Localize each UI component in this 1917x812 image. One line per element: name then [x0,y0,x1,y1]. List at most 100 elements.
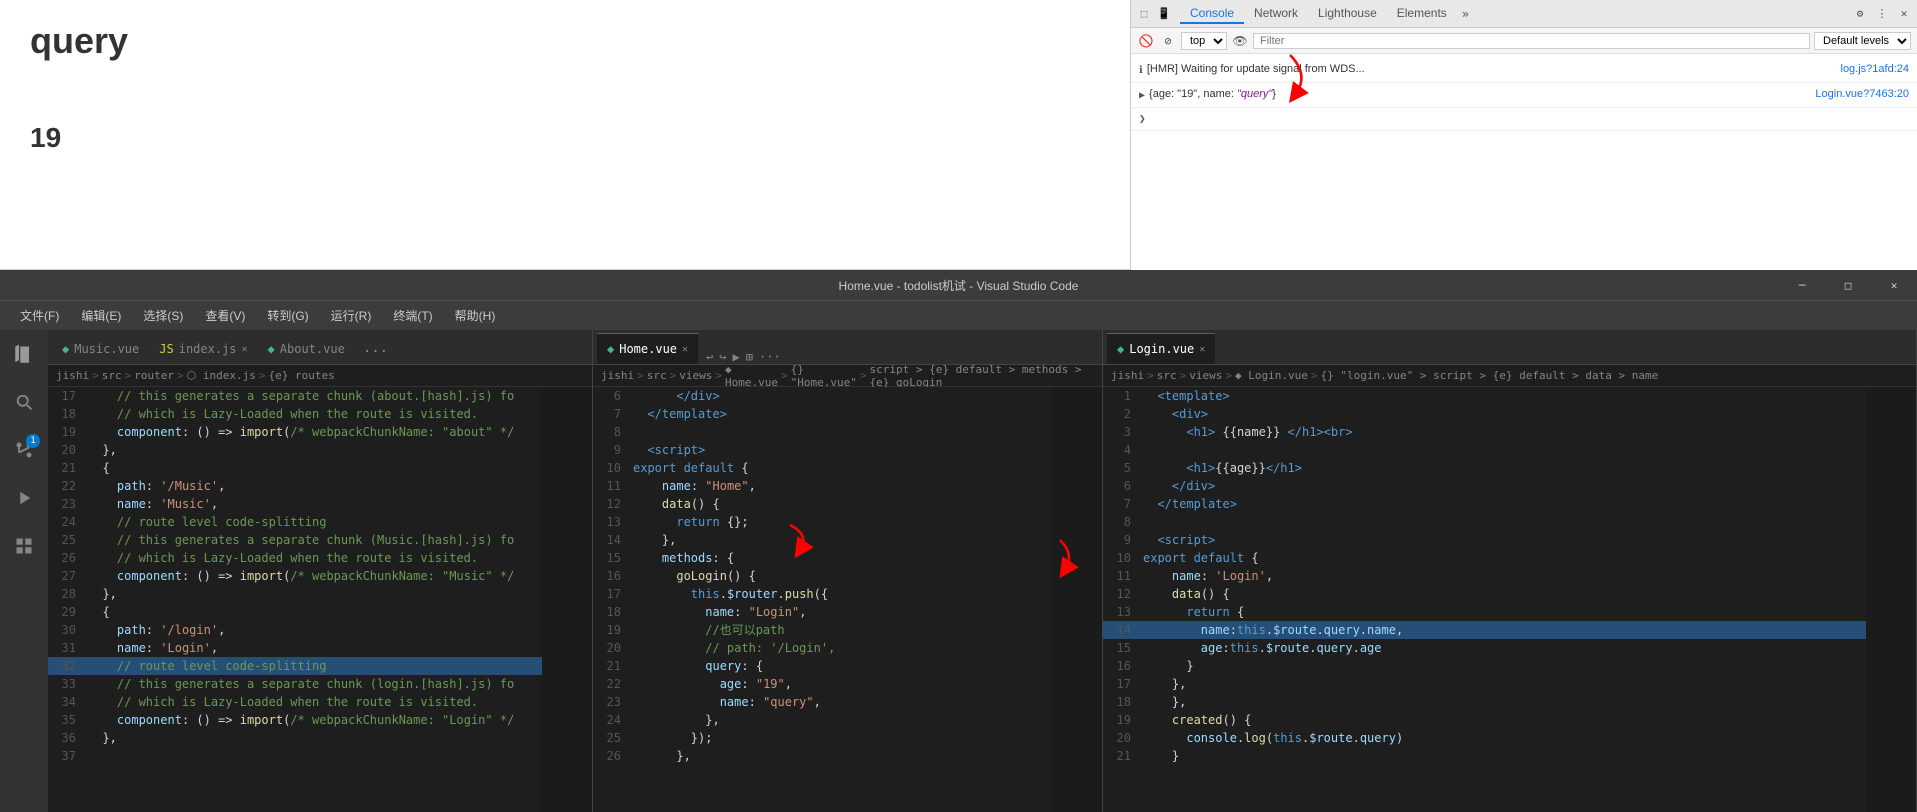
vue-icon-about: ◆ [268,342,275,356]
code-line-20: 20 }, [48,441,542,459]
tab-bar-2: ◆ Home.vue ✕ ↩ ↪ ▶ ⊞ ··· [593,330,1102,365]
vue-icon: ◆ [62,342,69,356]
menu-edit[interactable]: 编辑(E) [71,305,131,326]
console-prompt-line[interactable]: ❯ [1131,108,1917,131]
menubar: 文件(F) 编辑(E) 选择(S) 查看(V) 转到(G) 运行(R) 终端(T… [0,300,1917,330]
hmr-link[interactable]: log.js?1afd:24 [1841,60,1910,78]
tab-label-login: Login.vue [1129,342,1194,356]
vscode-body: 1 ◆ Music.vue JS index.js [0,330,1917,812]
devtools-panel: ⬚ 📱 Console Network Lighthouse Elements … [1130,0,1917,270]
block-icon[interactable]: 🚫 [1137,32,1155,50]
expand-arrow[interactable]: ℹ [1139,62,1143,80]
code-editor-1[interactable]: 17 // this generates a separate chunk (a… [48,387,542,812]
breadcrumb-2: jishi > src > views > ◆ Home.vue > {} "H… [593,365,1102,387]
settings-icon[interactable]: ⚙ [1852,6,1868,22]
eye-icon[interactable]: 👁 [1231,32,1249,50]
tab-index-js[interactable]: JS index.js ✕ [149,333,257,364]
devtools-close-icon[interactable]: ✕ [1896,6,1912,22]
code-editor-2[interactable]: 6 </div> 7 </template> 8 9 <script> 10ex… [593,387,1052,812]
maximize-button[interactable]: □ [1825,270,1871,300]
bc2-script: {} "Home.vue" [791,363,857,389]
log-levels-select[interactable]: Default levels [1814,32,1911,50]
js-icon: JS [159,342,173,356]
console-object-text: {age: "19", name: "query"} [1149,85,1276,103]
bc-src: src [102,369,122,382]
bc-routes: {e} routes [268,369,334,382]
h-line-9: 9 <script> [593,441,1052,459]
code-editor-3[interactable]: 1 <template> 2 <div> 3 <h1> {{name}} </h… [1103,387,1866,812]
login-link[interactable]: Login.vue?7463:20 [1815,85,1909,103]
tab-close-login[interactable]: ✕ [1199,344,1205,355]
console-filter-input[interactable] [1253,33,1810,49]
code-line-36: 36 }, [48,729,542,747]
l-line-13: 13 return { [1103,603,1866,621]
window-controls: ─ □ ✕ [1779,270,1917,300]
tab-network[interactable]: Network [1244,4,1308,24]
l-line-9: 9 <script> [1103,531,1866,549]
tab-elements[interactable]: Elements [1387,4,1457,24]
tab-about-vue[interactable]: ◆ About.vue [258,333,355,364]
toolbar-undo[interactable]: ↩ [706,350,713,364]
menu-run[interactable]: 运行(R) [321,305,382,326]
breadcrumb-3: jishi > src > views > ◆ Login.vue > {} "… [1103,365,1916,387]
context-select[interactable]: top [1181,32,1227,50]
h-line-21: 21 query: { [593,657,1052,675]
tab-label-indexjs: index.js [179,342,237,356]
close-button[interactable]: ✕ [1871,270,1917,300]
menu-file[interactable]: 文件(F) [10,305,69,326]
l-line-3: 3 <h1> {{name}} </h1><br> [1103,423,1866,441]
device-icon[interactable]: 📱 [1156,6,1172,22]
bc2-jishi: jishi [601,369,634,382]
devtools-more-icon[interactable]: ⋮ [1874,6,1890,22]
editor-area: ◆ Music.vue JS index.js ✕ ◆ About.vue ··… [48,330,1917,812]
l-line-8: 8 [1103,513,1866,531]
object-arrow[interactable]: ▶ [1139,87,1145,105]
vue-icon-home: ◆ [607,342,614,356]
search-icon[interactable] [4,382,44,422]
explorer-icon[interactable] [4,334,44,374]
extensions-icon[interactable] [4,526,44,566]
menu-goto[interactable]: 转到(G) [257,305,318,326]
tab-more-icon[interactable]: » [1457,5,1474,23]
source-control-icon[interactable]: 1 [4,430,44,470]
bc2-views: views [679,369,712,382]
inspect-icon[interactable]: ⬚ [1136,6,1152,22]
editor-row-1: 17 // this generates a separate chunk (a… [48,387,592,812]
tab-overflow-menu[interactable]: ··· [355,340,396,364]
tab-close-indexjs[interactable]: ✕ [242,344,248,355]
h-line-15: 15 methods: { [593,549,1052,567]
code-line-33: 33 // this generates a separate chunk (l… [48,675,542,693]
code-line-17: 17 // this generates a separate chunk (a… [48,387,542,405]
h-line-22: 22 age: "19", [593,675,1052,693]
tab-close-home[interactable]: ✕ [682,344,688,355]
minimize-button[interactable]: ─ [1779,270,1825,300]
vscode-window: Home.vue - todolist机试 - Visual Studio Co… [0,270,1917,812]
bc3-rest: {} "login.vue" > script > {e} default > … [1320,369,1658,382]
devtools-toolbar: 🚫 ⊘ top 👁 Default levels [1131,28,1917,54]
bc-jishi: jishi [56,369,89,382]
l-line-16: 16 } [1103,657,1866,675]
h-line-11: 11 name: "Home", [593,477,1052,495]
code-line-37: 37 [48,747,542,765]
menu-view[interactable]: 查看(V) [195,305,255,326]
menu-help[interactable]: 帮助(H) [445,305,506,326]
l-line-19: 19 created() { [1103,711,1866,729]
tab-home-vue[interactable]: ◆ Home.vue ✕ [597,333,698,364]
l-line-6: 6 </div> [1103,477,1866,495]
clear-icon[interactable]: ⊘ [1159,32,1177,50]
tab-music-vue[interactable]: ◆ Music.vue [52,333,149,364]
debug-icon[interactable] [4,478,44,518]
activity-bar: 1 [0,330,48,812]
menu-terminal[interactable]: 终端(T) [383,305,442,326]
h-line-24: 24 }, [593,711,1052,729]
tab-lighthouse[interactable]: Lighthouse [1308,4,1387,24]
l-line-21: 21 } [1103,747,1866,765]
console-text-hmr: [HMR] Waiting for update signal from WDS… [1147,60,1365,78]
editor-panel-1: ◆ Music.vue JS index.js ✕ ◆ About.vue ··… [48,330,593,812]
menu-select[interactable]: 选择(S) [133,305,193,326]
tab-console[interactable]: Console [1180,4,1244,24]
h-line-26: 26 }, [593,747,1052,765]
h-line-18: 18 name: "Login", [593,603,1052,621]
tab-login-vue[interactable]: ◆ Login.vue ✕ [1107,333,1215,364]
l-line-2: 2 <div> [1103,405,1866,423]
